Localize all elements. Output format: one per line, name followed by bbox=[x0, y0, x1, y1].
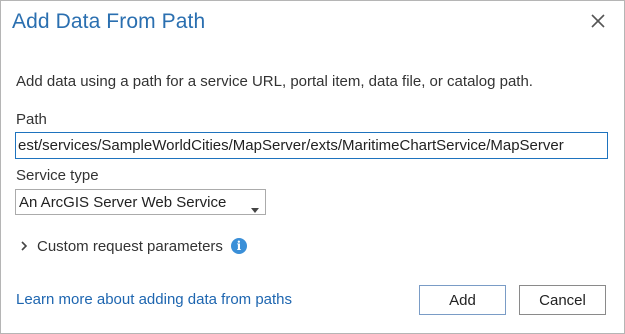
close-icon bbox=[591, 13, 605, 33]
service-type-selected-value: An ArcGIS Server Web Service bbox=[19, 194, 227, 211]
service-type-label: Service type bbox=[16, 167, 99, 184]
close-button[interactable] bbox=[584, 9, 612, 37]
dialog-description: Add data using a path for a service URL,… bbox=[16, 73, 533, 90]
info-icon[interactable]: i bbox=[230, 238, 247, 254]
service-type-dropdown[interactable]: An ArcGIS Server Web Service bbox=[15, 189, 266, 215]
learn-more-link[interactable]: Learn more about adding data from paths bbox=[16, 291, 292, 308]
add-data-from-path-dialog: Add Data From Path Add data using a path… bbox=[0, 0, 625, 334]
cancel-button[interactable]: Cancel bbox=[519, 285, 606, 315]
dialog-title: Add Data From Path bbox=[12, 10, 206, 33]
custom-request-parameters-expander[interactable]: Custom request parameters i bbox=[18, 236, 247, 256]
path-input[interactable]: est/services/SampleWorldCities/MapServer… bbox=[15, 132, 608, 159]
add-button[interactable]: Add bbox=[419, 285, 506, 315]
custom-request-parameters-label: Custom request parameters bbox=[37, 237, 223, 255]
chevron-right-icon bbox=[18, 240, 30, 252]
triangle-down-icon bbox=[251, 200, 259, 218]
path-label: Path bbox=[16, 111, 47, 128]
